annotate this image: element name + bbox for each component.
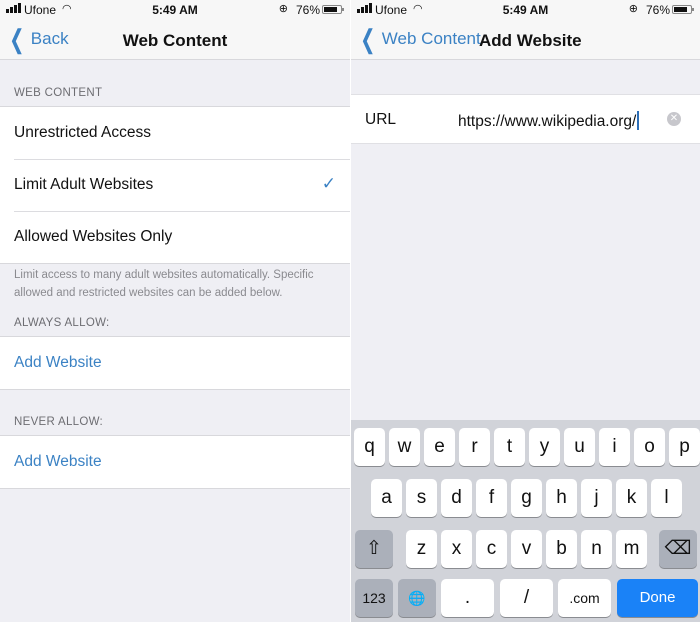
key-c[interactable]: c [476, 530, 507, 568]
battery-icon [322, 5, 344, 14]
add-website-label: Add Website [14, 453, 102, 470]
key-e[interactable]: e [424, 428, 455, 466]
keyboard: qwertyuiop asdfghjkl zxcvbnm ⇧ ⌫ 123 🌐 . /… [351, 420, 700, 622]
key-j[interactable]: j [581, 479, 612, 517]
web-content-options: Unrestricted Access Limit Adult Websites… [0, 106, 350, 264]
web-content-screen: Ufone ◠ 5:49 AM ⊕ 76% ❮ Back Web Content… [0, 0, 350, 622]
key-a[interactable]: a [371, 479, 402, 517]
checkmark-icon: ✓ [321, 174, 336, 193]
battery-icon [672, 5, 694, 14]
key-w[interactable]: w [389, 428, 420, 466]
key-s[interactable]: s [406, 479, 437, 517]
key-p[interactable]: p [669, 428, 700, 466]
key-i[interactable]: i [599, 428, 630, 466]
url-label: URL [365, 111, 397, 128]
chevron-left-icon: ❮ [360, 24, 376, 54]
delete-key[interactable]: ⌫ [659, 530, 697, 568]
battery-percent: 76% [645, 3, 670, 17]
add-website-label: Add Website [14, 354, 102, 371]
key-q[interactable]: q [354, 428, 385, 466]
key-u[interactable]: u [564, 428, 595, 466]
period-key[interactable]: . [441, 579, 494, 617]
shift-key[interactable]: ⇧ [355, 530, 393, 568]
web-content-section-header: WEB CONTENT [14, 87, 103, 99]
key-l[interactable]: l [651, 479, 682, 517]
back-button[interactable]: ❮ Web Content [357, 24, 481, 54]
key-b[interactable]: b [546, 530, 577, 568]
globe-key[interactable]: 🌐 [398, 579, 436, 617]
key-t[interactable]: t [494, 428, 525, 466]
battery-percent: 76% [295, 3, 320, 17]
screenshot-pair: Ufone ◠ 5:49 AM ⊕ 76% ❮ Back Web Content… [0, 0, 700, 622]
key-o[interactable]: o [634, 428, 665, 466]
key-x[interactable]: x [441, 530, 472, 568]
status-bar: Ufone ◠ 5:49 AM ⊕ 76% [0, 0, 350, 20]
slash-key[interactable]: / [500, 579, 553, 617]
key-g[interactable]: g [511, 479, 542, 517]
always-allow-add-website-button[interactable]: Add Website [0, 337, 350, 389]
option-label: Allowed Websites Only [14, 228, 173, 245]
key-h[interactable]: h [546, 479, 577, 517]
key-y[interactable]: y [529, 428, 560, 466]
never-allow-header: NEVER ALLOW: [14, 416, 104, 428]
never-allow-group: Add Website [0, 435, 350, 489]
key-v[interactable]: v [511, 530, 542, 568]
status-bar: Ufone ◠ 5:49 AM ⊕ 76% [351, 0, 700, 20]
key-z[interactable]: z [406, 530, 437, 568]
orientation-lock-icon: ⊕ [278, 3, 288, 15]
add-website-screen: Ufone ◠ 5:49 AM ⊕ 76% ❮ Web Content Add … [350, 0, 700, 622]
text-caret [637, 111, 640, 130]
url-field-row: URL https://www.wikipedia.org/ ✕ [351, 94, 700, 144]
key-m[interactable]: m [616, 530, 647, 568]
done-key[interactable]: Done [617, 579, 698, 617]
orientation-lock-icon: ⊕ [628, 3, 638, 15]
key-k[interactable]: k [616, 479, 647, 517]
navigation-bar: ❮ Web Content Add Website [351, 20, 700, 60]
always-allow-header: ALWAYS ALLOW: [14, 317, 110, 329]
url-input-value: https://www.wikipedia.org/ [458, 113, 637, 130]
key-n[interactable]: n [581, 530, 612, 568]
option-allowed-websites-only[interactable]: Allowed Websites Only [0, 211, 350, 263]
option-limit-adult-websites[interactable]: Limit Adult Websites ✓ [0, 159, 350, 211]
option-unrestricted-access[interactable]: Unrestricted Access [0, 107, 350, 159]
key-r[interactable]: r [459, 428, 490, 466]
url-input[interactable]: https://www.wikipedia.org/ [458, 111, 640, 131]
option-label: Limit Adult Websites [14, 176, 154, 193]
never-allow-add-website-button[interactable]: Add Website [0, 436, 350, 488]
dotcom-key[interactable]: .com [558, 579, 611, 617]
clear-text-icon[interactable]: ✕ [667, 112, 681, 126]
page-title: Add Website [479, 31, 582, 50]
page-title: Web Content [122, 31, 228, 50]
navigation-bar: ❮ Back Web Content [0, 20, 350, 60]
numbers-key[interactable]: 123 [355, 579, 393, 617]
web-content-footer-note: Limit access to many adult websites auto… [14, 269, 314, 299]
key-f[interactable]: f [476, 479, 507, 517]
always-allow-group: Add Website [0, 336, 350, 390]
option-label: Unrestricted Access [14, 124, 151, 141]
back-label: Web Content [381, 29, 481, 48]
key-d[interactable]: d [441, 479, 472, 517]
